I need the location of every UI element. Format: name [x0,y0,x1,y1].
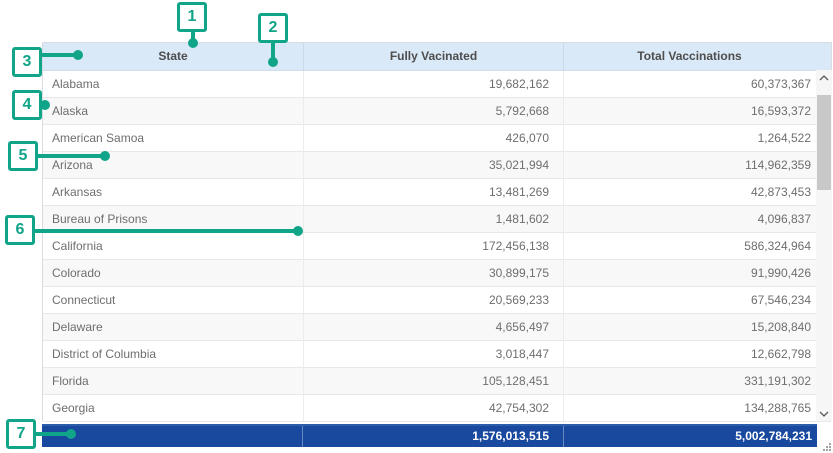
cell-fully-vacinated: 30,899,175 [303,260,563,286]
cell-fully-vacinated: 1,481,602 [303,206,563,232]
cell-total-vaccinations: 91,990,426 [563,260,831,286]
cell-total-vaccinations: 42,873,453 [563,179,831,205]
chevron-up-icon [819,75,829,81]
grip-dot [823,449,825,451]
cell-fully-vacinated: 4,656,497 [303,314,563,340]
grip-dot [829,443,831,445]
column-header-state: State [43,43,303,70]
totals-row: 1,576,013,515 5,002,784,231 [42,424,817,447]
cell-fully-vacinated: 20,569,233 [303,287,563,313]
cell-total-vaccinations: 60,373,367 [563,71,831,97]
chevron-down-icon [819,411,829,417]
cell-state: Connecticut [43,287,303,313]
table-row[interactable]: Georgia 42,754,302 134,288,765 [43,395,831,422]
cell-total-vaccinations: 15,208,840 [563,314,831,340]
table-row[interactable]: Bureau of Prisons 1,481,602 4,096,837 [43,206,831,233]
table-row[interactable]: Arkansas 13,481,269 42,873,453 [43,179,831,206]
grip-dot [826,446,828,448]
cell-state: Florida [43,368,303,394]
data-table: State Fully Vacinated Total Vaccinations… [42,42,832,421]
table-row[interactable]: District of Columbia 3,018,447 12,662,79… [43,341,831,368]
table-row[interactable]: American Samoa 426,070 1,264,522 [43,125,831,152]
table-row[interactable]: Alaska 5,792,668 16,593,372 [43,98,831,125]
cell-fully-vacinated: 3,018,447 [303,341,563,367]
table-body: Alabama 19,682,162 60,373,367 Alaska 5,7… [43,71,831,422]
cell-state: American Samoa [43,125,303,151]
cell-state: Colorado [43,260,303,286]
callout-box-1: 1 [177,2,207,32]
table-widget-screenshot: State Fully Vacinated Total Vaccinations… [0,0,833,453]
totals-cell-total-vaccinations: 5,002,784,231 [563,426,817,447]
cell-total-vaccinations: 134,288,765 [563,395,831,421]
table-row[interactable]: Florida 105,128,451 331,191,302 [43,368,831,395]
cell-total-vaccinations: 114,962,359 [563,152,831,178]
cell-fully-vacinated: 426,070 [303,125,563,151]
cell-total-vaccinations: 16,593,372 [563,98,831,124]
cell-fully-vacinated: 172,456,138 [303,233,563,259]
cell-state: Georgia [43,395,303,421]
cell-fully-vacinated: 105,128,451 [303,368,563,394]
cell-state: Arkansas [43,179,303,205]
cell-total-vaccinations: 586,324,964 [563,233,831,259]
grip-dot [829,449,831,451]
cell-fully-vacinated: 35,021,994 [303,152,563,178]
cell-state: District of Columbia [43,341,303,367]
column-header-total-vaccinations: Total Vaccinations [563,43,831,70]
cell-total-vaccinations: 331,191,302 [563,368,831,394]
totals-cell-fully-vacinated: 1,576,013,515 [302,426,563,447]
callout-box-6: 6 [5,215,35,245]
callout-box-4: 4 [12,90,42,120]
table-row[interactable]: Alabama 19,682,162 60,373,367 [43,71,831,98]
cell-fully-vacinated: 19,682,162 [303,71,563,97]
cell-fully-vacinated: 5,792,668 [303,98,563,124]
table-header-row: State Fully Vacinated Total Vaccinations [43,43,831,71]
cell-total-vaccinations: 1,264,522 [563,125,831,151]
table-row[interactable]: Delaware 4,656,497 15,208,840 [43,314,831,341]
callout-box-3: 3 [12,47,42,77]
table-row[interactable]: Connecticut 20,569,233 67,546,234 [43,287,831,314]
column-header-fully-vacinated: Fully Vacinated [303,43,563,70]
callout-box-7: 7 [6,419,36,449]
callout-box-5: 5 [8,141,38,171]
table-row[interactable]: Colorado 30,899,175 91,990,426 [43,260,831,287]
grip-dot [826,449,828,451]
scroll-down-button[interactable] [816,406,832,421]
resize-grip-icon[interactable] [820,440,832,452]
table-row[interactable]: California 172,456,138 586,324,964 [43,233,831,260]
totals-cell-state [42,426,302,447]
cell-fully-vacinated: 42,754,302 [303,395,563,421]
scrollbar-thumb[interactable] [817,95,831,190]
callout-box-2: 2 [258,13,288,43]
cell-total-vaccinations: 4,096,837 [563,206,831,232]
cell-total-vaccinations: 12,662,798 [563,341,831,367]
cell-state: Delaware [43,314,303,340]
cell-state: Bureau of Prisons [43,206,303,232]
cell-state: California [43,233,303,259]
cell-total-vaccinations: 67,546,234 [563,287,831,313]
scroll-up-button[interactable] [816,70,832,85]
cell-fully-vacinated: 13,481,269 [303,179,563,205]
vertical-scrollbar[interactable] [816,70,832,421]
grip-dot [829,446,831,448]
cell-state: Alaska [43,98,303,124]
table-row[interactable]: Arizona 35,021,994 114,962,359 [43,152,831,179]
cell-state: Arizona [43,152,303,178]
cell-state: Alabama [43,71,303,97]
